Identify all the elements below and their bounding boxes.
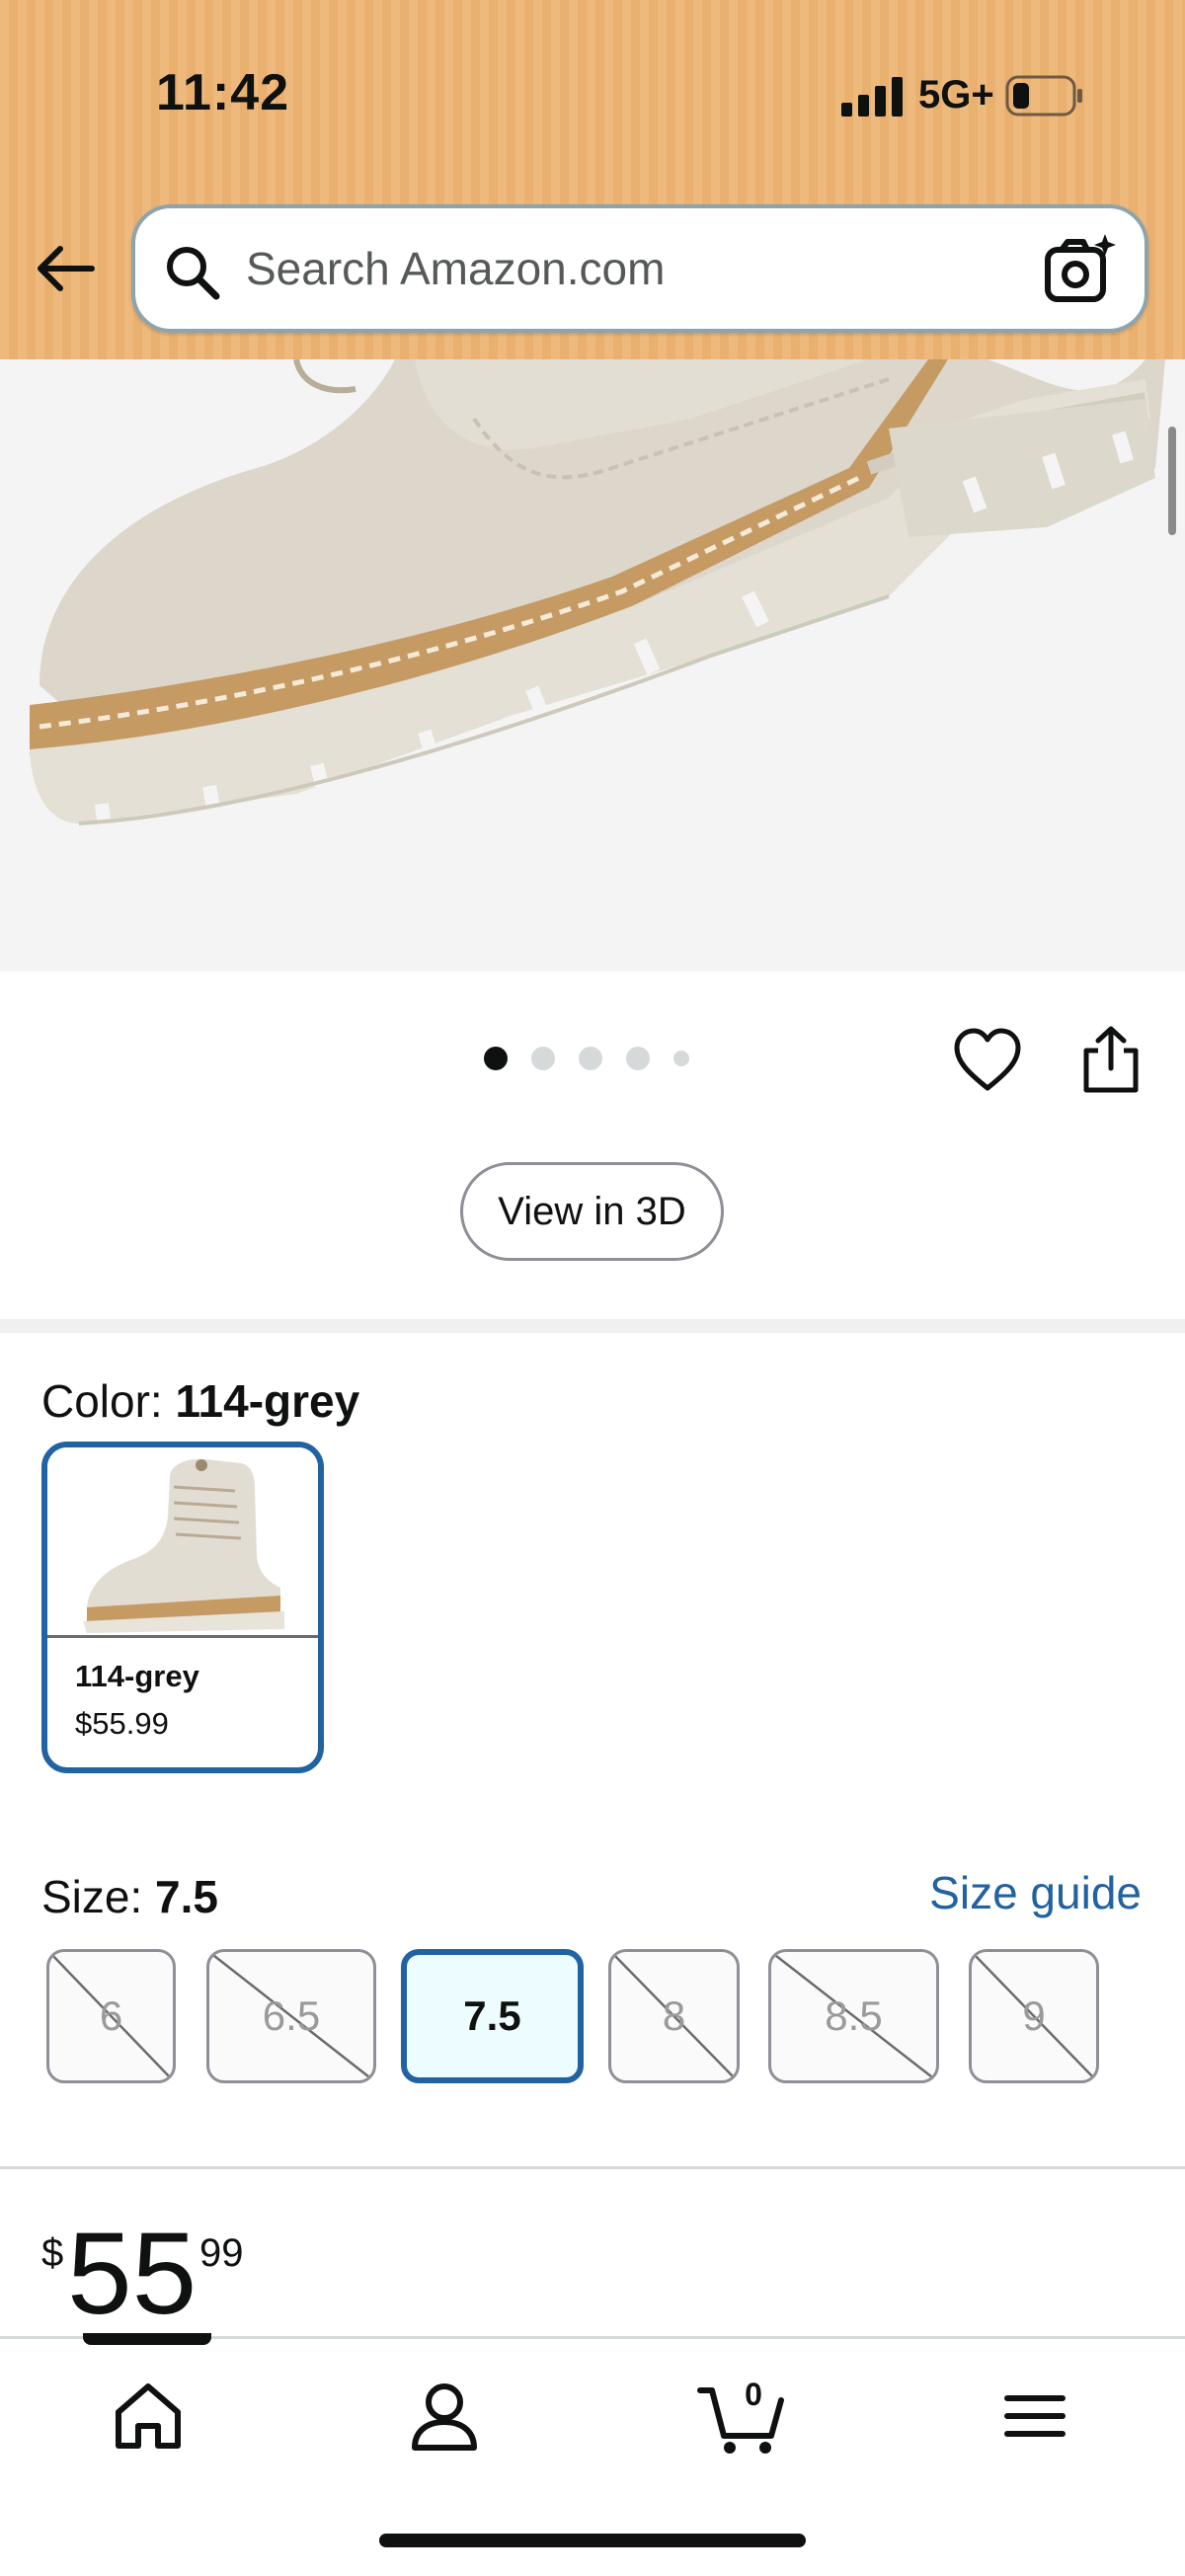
battery-icon — [1005, 75, 1082, 117]
menu-icon[interactable] — [995, 2377, 1074, 2456]
app-header: 11:42 5G+ — [0, 0, 1185, 359]
status-bar: 11:42 5G+ — [0, 0, 1185, 188]
size-guide-link[interactable]: Size guide — [929, 1866, 1142, 1919]
signal-icon — [841, 77, 903, 117]
search-input[interactable] — [244, 228, 1014, 309]
size-option-6[interactable]: 6 — [46, 1949, 176, 2083]
color-label: Color: 114-grey — [41, 1374, 359, 1428]
nav-active-indicator — [83, 2333, 211, 2345]
size-option-label: 6 — [99, 1992, 123, 2039]
size-option-label: 8.5 — [825, 1992, 883, 2039]
search-icon — [167, 247, 220, 300]
pagination-dot[interactable] — [531, 1047, 555, 1070]
cart-count: 0 — [745, 2377, 762, 2412]
heart-icon[interactable] — [953, 1027, 1022, 1096]
section-divider — [0, 2166, 1185, 2169]
arrow-left-icon — [38, 246, 95, 291]
price-symbol: $ — [41, 2231, 64, 2275]
color-selected-value: 114-grey — [175, 1375, 360, 1427]
cart-button[interactable]: 0 — [696, 2377, 785, 2456]
size-option-6-5[interactable]: 6.5 — [206, 1949, 376, 2083]
product-image[interactable] — [0, 359, 1185, 972]
size-option-9[interactable]: 9 — [969, 1949, 1099, 2083]
boot-image — [0, 359, 1185, 972]
status-time: 11:42 — [156, 64, 290, 121]
color-swatch[interactable]: 114-grey $55.99 — [41, 1442, 324, 1773]
home-indicator — [379, 2534, 806, 2547]
swatch-boot-image — [47, 1447, 318, 1635]
network-label: 5G+ — [918, 73, 994, 117]
size-option-label: 7.5 — [463, 1992, 521, 2039]
camera-sparkle-icon[interactable] — [1044, 234, 1117, 307]
account-icon[interactable] — [405, 2377, 484, 2456]
scroll-indicator[interactable] — [1168, 427, 1176, 535]
color-label-text: Color: — [41, 1375, 176, 1427]
pagination-dot[interactable] — [626, 1047, 650, 1070]
size-option-7-5[interactable]: 7.5 — [401, 1949, 584, 2083]
pagination-dot[interactable] — [579, 1047, 602, 1070]
price-whole: 55 — [67, 2209, 198, 2339]
price-fraction: 99 — [199, 2231, 244, 2275]
swatch-price: $55.99 — [75, 1706, 169, 1741]
pagination-dot[interactable] — [673, 1051, 689, 1066]
size-label: Size: 7.5 — [41, 1870, 218, 1923]
size-option-label: 8 — [662, 1992, 686, 2039]
back-button[interactable] — [30, 233, 101, 304]
size-option-label: 9 — [1022, 1992, 1046, 2039]
section-divider — [0, 1319, 1185, 1333]
pagination-dot[interactable] — [484, 1047, 508, 1070]
size-option-8[interactable]: 8 — [608, 1949, 740, 2083]
swatch-name: 114-grey — [75, 1659, 199, 1693]
size-option-label: 6.5 — [262, 1992, 321, 2039]
size-option-8-5[interactable]: 8.5 — [768, 1949, 939, 2083]
share-icon[interactable] — [1076, 1025, 1146, 1094]
swatch-separator — [47, 1635, 318, 1638]
size-label-text: Size: — [41, 1871, 156, 1922]
home-icon[interactable] — [109, 2377, 188, 2456]
view-in-3d-button[interactable]: View in 3D — [460, 1162, 724, 1261]
search-bar[interactable] — [131, 204, 1148, 333]
size-selected-value: 7.5 — [155, 1871, 218, 1922]
image-pagination[interactable] — [484, 1047, 689, 1070]
